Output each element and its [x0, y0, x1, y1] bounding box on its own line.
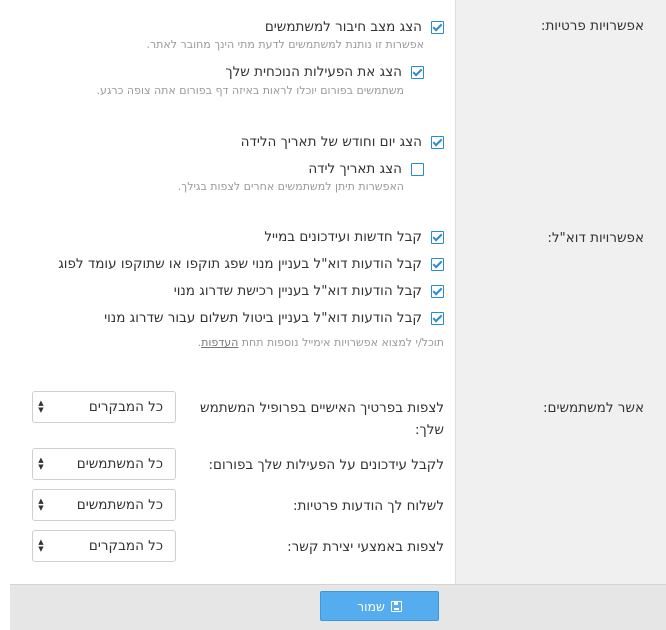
- select-contact-visibility[interactable]: כל המבקרים ▲ ▼: [32, 530, 176, 562]
- option-label: קבל הודעות דוא"ל בעניין מנוי שפג תוקפו א…: [58, 256, 422, 272]
- settings-panel: אפשרויות פרטיות: הצג מצב חיבור למשתמשים …: [10, 0, 666, 629]
- checkbox-show-birth-date[interactable]: [411, 162, 424, 176]
- option-show-birthday-day-month[interactable]: הצג יום וחודש של תאריך הלידה: [241, 134, 444, 150]
- email-hint-text: תוכל/י למצוא אפשרויות אימייל נוספות תחת: [238, 336, 444, 349]
- option-label: קבל הודעות דוא"ל בעניין ביטול תשלום עבור…: [104, 310, 422, 326]
- checkbox-email-news[interactable]: [431, 230, 444, 244]
- checkbox-show-current-activity[interactable]: [411, 65, 424, 79]
- select-arrows-icon: ▲ ▼: [38, 538, 44, 553]
- email-hint: תוכל/י למצוא אפשרויות אימייל נוספות תחת …: [198, 336, 444, 349]
- email-section-label: אפשרויות דוא"ל:: [547, 230, 644, 246]
- select-arrows-icon: ▲ ▼: [38, 456, 44, 471]
- checkbox-show-online-status[interactable]: [431, 20, 444, 34]
- select-activity-updates[interactable]: כל המשתמשים ▲ ▼: [32, 448, 176, 480]
- select-value: כל המשתמשים: [76, 497, 163, 513]
- option-label: הצג יום וחודש של תאריך הלידה: [240, 134, 422, 150]
- option-label: קבל חדשות ועידכונים במייל: [264, 229, 422, 245]
- option-label: קבל הודעות דוא"ל בעניין רכישת שדרוג מנוי: [173, 283, 422, 299]
- select-arrows-icon: ▲ ▼: [38, 497, 44, 512]
- field-label-profile: לצפות בפרטיך האישיים בפרופיל המשתמש שלך:: [200, 400, 444, 438]
- label-column: [455, 0, 666, 584]
- field-label-activity: לקבל עידכונים על הפעילות שלך בפורום:: [208, 457, 445, 473]
- option-hint: אפשרות זו נותנת למשתמשים לדעת מתי הינך מ…: [146, 38, 424, 51]
- option-show-birth-date[interactable]: הצג תאריך לידה: [308, 161, 424, 177]
- option-label: הצג את הפעילות הנוכחית שלך: [225, 64, 402, 80]
- form-footer: שמור: [10, 584, 666, 630]
- checkbox-email-cancel[interactable]: [431, 311, 444, 325]
- select-value: כל המבקרים: [88, 399, 163, 415]
- option-hint: משתמשים בפורום יוכלו לראות באיזה דף בפור…: [96, 84, 404, 97]
- option-show-online-status[interactable]: הצג מצב חיבור למשתמשים: [265, 19, 444, 35]
- checkbox-email-expiring[interactable]: [431, 257, 444, 271]
- field-label-contact: לצפות באמצעי יצירת קשר:: [287, 539, 444, 555]
- preferences-link[interactable]: העדפות: [201, 336, 238, 349]
- checkbox-show-birthday-day-month[interactable]: [431, 135, 444, 149]
- save-button-label: שמור: [357, 598, 385, 614]
- select-arrows-icon: ▲ ▼: [38, 399, 44, 414]
- select-value: כל המבקרים: [88, 538, 163, 554]
- select-private-messages[interactable]: כל המשתמשים ▲ ▼: [32, 489, 176, 521]
- floppy-disk-icon: [390, 600, 402, 612]
- option-hint: האפשרות תיתן למשתמשים אחרים לצפות בגילך.: [177, 180, 404, 193]
- option-email-expiring[interactable]: קבל הודעות דוא"ל בעניין מנוי שפג תוקפו א…: [58, 256, 444, 272]
- checkbox-email-purchase[interactable]: [431, 284, 444, 298]
- option-email-news[interactable]: קבל חדשות ועידכונים במייל: [264, 229, 444, 245]
- permissions-section-label: אשר למשתמשים:: [542, 400, 644, 416]
- option-label: הצג מצב חיבור למשתמשים: [264, 19, 422, 35]
- privacy-section-label: אפשרויות פרטיות:: [540, 18, 644, 34]
- option-email-cancel[interactable]: קבל הודעות דוא"ל בעניין ביטול תשלום עבור…: [104, 310, 444, 326]
- save-button[interactable]: שמור: [320, 591, 439, 621]
- select-profile-visibility[interactable]: כל המבקרים ▲ ▼: [32, 391, 176, 423]
- option-email-purchase[interactable]: קבל הודעות דוא"ל בעניין רכישת שדרוג מנוי: [174, 283, 444, 299]
- select-value: כל המשתמשים: [76, 456, 163, 472]
- option-label: הצג תאריך לידה: [308, 161, 402, 177]
- field-label-private-messages: לשלוח לך הודעות פרטיות:: [293, 498, 444, 514]
- option-show-current-activity[interactable]: הצג את הפעילות הנוכחית שלך: [225, 64, 424, 80]
